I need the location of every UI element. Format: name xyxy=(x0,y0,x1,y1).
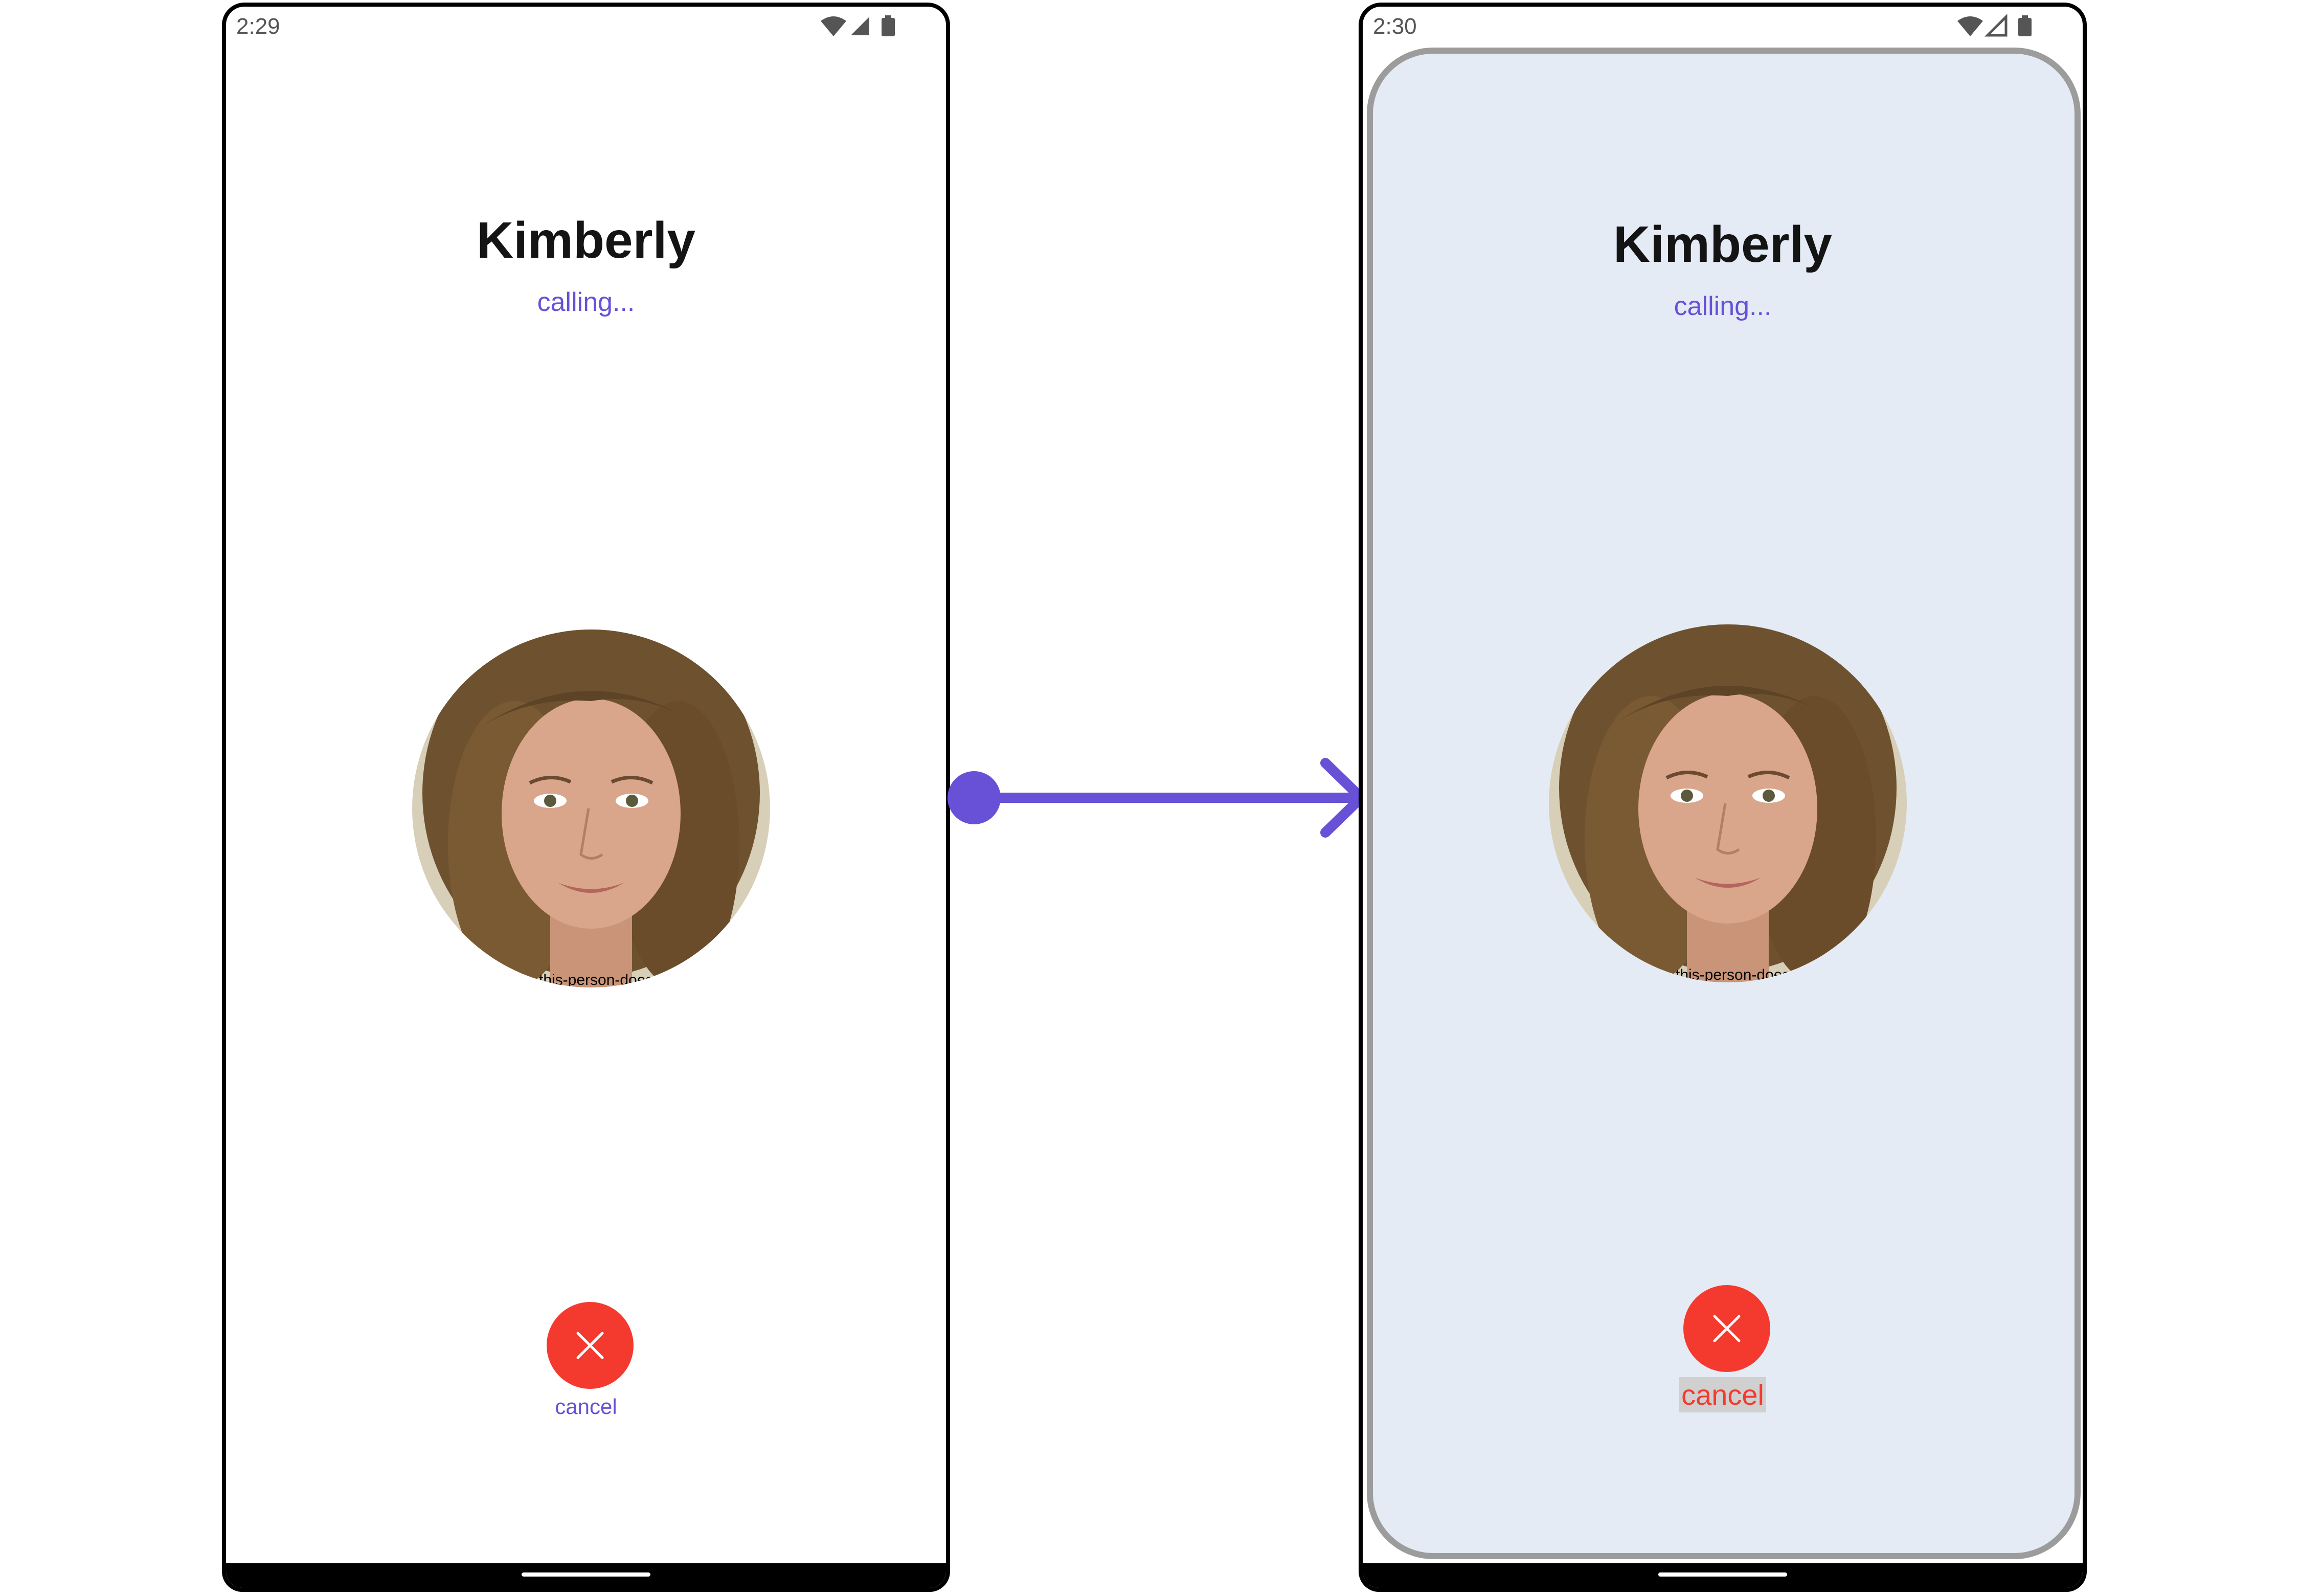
wifi-icon xyxy=(821,16,846,36)
navigation-bar xyxy=(1363,1563,2083,1588)
phone-styled-call-screen: 2:30 Kimberly calling... this-person-doe… xyxy=(1359,3,2087,1592)
battery-icon xyxy=(882,18,895,36)
status-icons xyxy=(1957,14,2032,37)
phone-default-call-screen: 2:29 Kimberly calling... this-person-doe… xyxy=(222,3,950,1592)
avatar: this-person-does xyxy=(412,630,770,987)
avatar-watermark: this-person-does xyxy=(539,972,653,987)
status-icons xyxy=(821,15,895,36)
connector-arrow xyxy=(948,758,1366,838)
status-bar: 2:29 xyxy=(226,7,946,43)
signal-icon xyxy=(851,17,869,35)
cancel-label: cancel xyxy=(555,1395,617,1419)
close-icon xyxy=(576,1332,604,1359)
home-handle[interactable] xyxy=(522,1572,650,1577)
caller-name: Kimberly xyxy=(1613,216,1832,273)
cancel-label: cancel xyxy=(1679,1377,1766,1412)
status-bar: 2:30 xyxy=(1363,7,2083,43)
close-icon xyxy=(1713,1315,1741,1342)
caller-name: Kimberly xyxy=(477,212,695,269)
cancel-label-row: cancel xyxy=(226,1395,946,1419)
navigation-bar xyxy=(226,1563,946,1588)
wifi-icon xyxy=(1957,16,1983,36)
battery-icon xyxy=(2018,18,2032,36)
signal-icon xyxy=(1984,14,2008,37)
cancel-button[interactable] xyxy=(1683,1285,1770,1372)
status-time: 2:30 xyxy=(1373,14,1417,39)
home-handle[interactable] xyxy=(1658,1572,1787,1577)
call-status: calling... xyxy=(1674,291,1772,321)
status-time: 2:29 xyxy=(236,14,280,39)
call-status: calling... xyxy=(537,287,635,317)
avatar: this-person-does xyxy=(1549,624,1907,982)
cancel-label-row: cancel xyxy=(1363,1377,2083,1412)
cancel-button[interactable] xyxy=(547,1302,634,1389)
